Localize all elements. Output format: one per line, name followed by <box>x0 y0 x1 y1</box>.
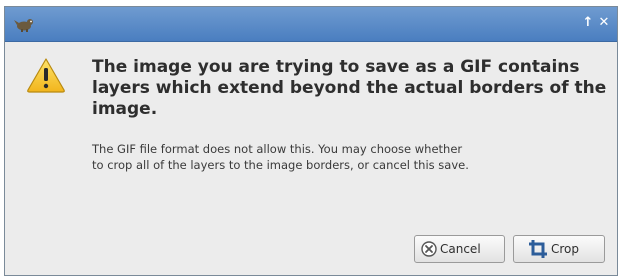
warning-icon <box>27 58 65 93</box>
cancel-circle-icon <box>421 241 437 257</box>
cancel-button[interactable]: Cancel <box>414 235 505 263</box>
cancel-button-label: Cancel <box>440 242 481 256</box>
close-icon[interactable]: ✕ <box>597 15 611 31</box>
title-bar[interactable]: ↑ ✕ <box>5 7 617 42</box>
dialog-headline: The image you are trying to save as a GI… <box>92 57 607 119</box>
crop-button[interactable]: Crop <box>513 235 605 263</box>
dialog-message: The GIF file format does not allow this.… <box>92 142 469 172</box>
export-warning-dialog: ↑ ✕ The image you are trying to save as … <box>4 6 618 276</box>
up-arrow-icon[interactable]: ↑ <box>581 15 595 31</box>
crop-button-label: Crop <box>551 242 580 256</box>
gimp-icon <box>14 19 33 32</box>
crop-icon <box>529 240 547 258</box>
